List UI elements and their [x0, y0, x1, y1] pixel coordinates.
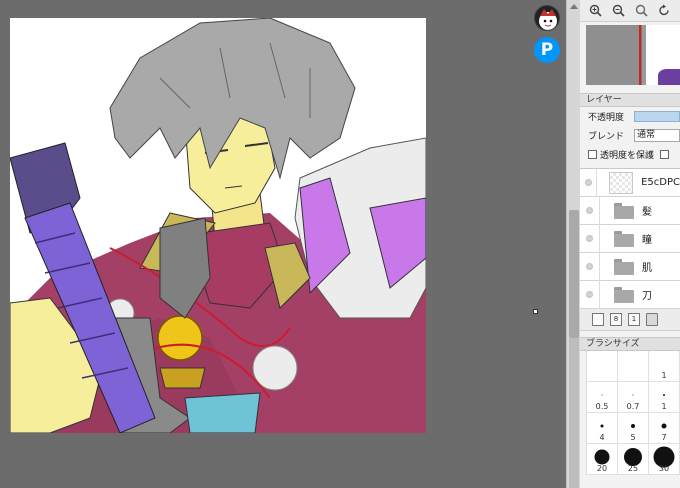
brush-dot — [632, 394, 634, 396]
avatar-character-icon — [539, 9, 557, 30]
brush-size-cell[interactable]: 25 — [618, 444, 649, 475]
blend-row: ブレンド 通常 — [580, 126, 680, 145]
brush-size-cell[interactable]: 4 — [587, 413, 618, 444]
layer-visibility-toggle[interactable] — [580, 168, 598, 197]
brush-size-cell[interactable]: 0.5 — [587, 382, 618, 413]
brush-dot — [600, 424, 604, 428]
brush-size-cell[interactable]: 0.7 — [618, 382, 649, 413]
new-1bit-layer-icon[interactable]: 1 — [628, 313, 640, 326]
eye-icon — [584, 179, 592, 186]
folder-icon — [614, 286, 634, 303]
navigator-preview[interactable] — [586, 25, 680, 85]
vertical-scrollbar[interactable] — [566, 0, 580, 488]
folder-icon — [614, 202, 634, 219]
brush-size-cell[interactable]: 1 — [649, 382, 680, 413]
clipping-checkbox[interactable] — [660, 150, 670, 159]
opacity-row: 不透明度 — [580, 107, 680, 126]
view-toolbar — [580, 0, 680, 22]
paint-app-window: P レイヤー 不透明度 ブレンド 通常 透明度を保護 E5cDPC 髪 瞳 肌 … — [0, 0, 680, 488]
layer-name: 肌 — [642, 263, 652, 274]
brush-size-cell[interactable]: 1 — [649, 351, 680, 382]
brush-size-cell[interactable]: 7 — [649, 413, 680, 444]
brush-size-cell[interactable]: 5 — [618, 413, 649, 444]
pixiv-button[interactable]: P — [534, 37, 560, 63]
layer-tools-bar: 8 1 — [580, 309, 680, 331]
layer-folder-row[interactable]: 肌 — [580, 252, 680, 281]
layer-folder-row[interactable]: 髪 — [580, 196, 680, 225]
layer-name: 髪 — [642, 207, 652, 218]
layer-section-title: レイヤー — [580, 93, 680, 107]
brush-size-cell[interactable]: 30 — [649, 444, 680, 475]
folder-icon — [614, 258, 634, 275]
brush-size-cell[interactable] — [587, 351, 618, 382]
drawing-canvas[interactable] — [10, 18, 426, 433]
new-layer-icon[interactable] — [592, 313, 604, 326]
artwork — [10, 18, 426, 433]
eye-icon — [586, 263, 593, 270]
layer-visibility-toggle[interactable] — [580, 280, 600, 309]
brush-dot — [631, 424, 635, 429]
layer-name: E5cDPC — [641, 177, 680, 188]
eye-icon — [586, 207, 593, 214]
opacity-label: 不透明度 — [588, 113, 625, 123]
layer-list: E5cDPC 髪 瞳 肌 刀 — [580, 168, 680, 309]
layer-folder-row[interactable]: 瞳 — [580, 224, 680, 253]
layer-visibility-toggle[interactable] — [580, 196, 600, 225]
layer-row[interactable]: E5cDPC — [580, 168, 680, 197]
navigator-thumbnail — [646, 25, 680, 85]
layer-visibility-toggle[interactable] — [580, 224, 600, 253]
brush-dot — [661, 423, 667, 429]
new-folder-icon[interactable] — [646, 313, 658, 326]
protect-alpha-row: 透明度を保護 — [580, 145, 680, 164]
eye-icon — [586, 235, 593, 242]
scrollbar-thumb[interactable] — [569, 210, 579, 338]
layer-name: 刀 — [642, 291, 652, 302]
brush-dot — [663, 394, 665, 397]
layer-visibility-toggle[interactable] — [580, 252, 600, 281]
brush-cursor — [533, 309, 538, 314]
brush-dot — [594, 449, 610, 465]
right-panel: レイヤー 不透明度 ブレンド 通常 透明度を保護 E5cDPC 髪 瞳 肌 刀 … — [580, 0, 680, 488]
new-8bit-layer-icon[interactable]: 8 — [610, 313, 622, 326]
blend-mode-select[interactable]: 通常 — [634, 129, 680, 142]
layer-thumbnail — [609, 171, 634, 194]
brush-size-title: ブラシサイズ — [580, 337, 680, 351]
blend-label: ブレンド — [588, 132, 625, 142]
rotate-icon[interactable] — [657, 4, 671, 18]
navigator-marker — [639, 25, 641, 85]
layer-folder-row[interactable]: 刀 — [580, 280, 680, 309]
scroll-up-arrow-icon[interactable] — [570, 4, 578, 9]
user-avatar[interactable] — [534, 5, 560, 31]
pixiv-letter: P — [540, 40, 554, 60]
zoom-in-icon[interactable] — [588, 4, 602, 18]
brush-size-cell[interactable]: 20 — [587, 444, 618, 475]
protect-alpha-label: 透明度を保護 — [600, 151, 655, 161]
brush-dot — [601, 394, 603, 396]
zoom-reset-icon[interactable] — [634, 4, 648, 18]
brush-size-grid: 1 0.5 0.7 1 4 5 7 20 25 30 — [586, 351, 680, 475]
scrollbar-track — [569, 338, 579, 488]
opacity-slider[interactable] — [634, 111, 680, 122]
folder-icon — [614, 230, 634, 247]
eye-icon — [586, 291, 593, 298]
navigator-viewport — [586, 25, 642, 85]
layer-name: 瞳 — [642, 235, 652, 246]
protect-alpha-checkbox[interactable] — [588, 150, 597, 159]
zoom-out-icon[interactable] — [611, 4, 625, 18]
brush-size-cell[interactable] — [618, 351, 649, 382]
